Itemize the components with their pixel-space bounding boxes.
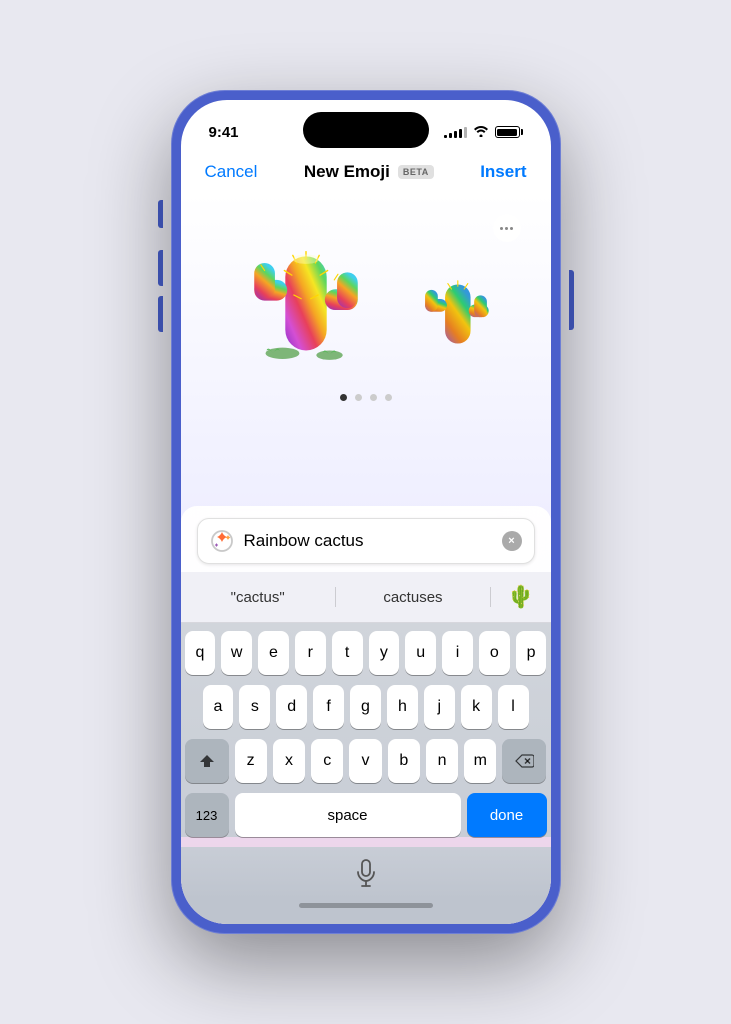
clear-icon: × bbox=[508, 536, 514, 547]
key-j[interactable]: j bbox=[424, 685, 455, 729]
shift-key[interactable] bbox=[185, 739, 229, 783]
key-v[interactable]: v bbox=[349, 739, 381, 783]
suggestion-cactus-emoji[interactable]: 🌵 bbox=[491, 580, 550, 614]
genmoji-icon bbox=[210, 529, 234, 553]
page-dot-4[interactable] bbox=[385, 394, 392, 401]
status-icons bbox=[444, 125, 523, 140]
bottom-toolbar bbox=[181, 847, 551, 899]
cancel-button[interactable]: Cancel bbox=[205, 162, 258, 182]
key-e[interactable]: e bbox=[258, 631, 289, 675]
emoji-display-area: Rainbow cactus × "cactus" cactuses 🌵 bbox=[181, 194, 551, 924]
key-k[interactable]: k bbox=[461, 685, 492, 729]
insert-button[interactable]: Insert bbox=[480, 162, 526, 182]
home-indicator bbox=[299, 903, 433, 908]
key-p[interactable]: p bbox=[516, 631, 547, 675]
key-t[interactable]: t bbox=[332, 631, 363, 675]
key-r[interactable]: r bbox=[295, 631, 326, 675]
search-input[interactable]: Rainbow cactus bbox=[244, 531, 492, 551]
page-dot-1[interactable] bbox=[340, 394, 347, 401]
page-title: New Emoji bbox=[304, 162, 390, 182]
beta-badge: BETA bbox=[398, 165, 434, 179]
backspace-key[interactable] bbox=[502, 739, 546, 783]
key-a[interactable]: a bbox=[203, 685, 234, 729]
more-options-button[interactable] bbox=[493, 214, 521, 242]
signal-icon bbox=[444, 126, 467, 138]
phone-frame: 9:41 bbox=[171, 90, 561, 934]
status-time: 9:41 bbox=[209, 124, 239, 141]
key-n[interactable]: n bbox=[426, 739, 458, 783]
phone-screen: 9:41 bbox=[181, 100, 551, 924]
battery-icon bbox=[495, 126, 523, 138]
search-section: Rainbow cactus × bbox=[181, 506, 551, 572]
nav-title-wrapper: New Emoji BETA bbox=[304, 162, 434, 182]
emoji-variant[interactable] bbox=[406, 259, 506, 359]
bottom-area: Rainbow cactus × "cactus" cactuses 🌵 bbox=[181, 506, 551, 924]
done-key[interactable]: done bbox=[467, 793, 547, 837]
silent-button[interactable] bbox=[158, 200, 163, 228]
wifi-icon bbox=[473, 125, 489, 140]
suggestion-cactus-quoted[interactable]: "cactus" bbox=[181, 583, 335, 612]
volume-down-button[interactable] bbox=[158, 296, 163, 332]
key-m[interactable]: m bbox=[464, 739, 496, 783]
key-s[interactable]: s bbox=[239, 685, 270, 729]
home-indicator-area bbox=[181, 899, 551, 924]
key-x[interactable]: x bbox=[273, 739, 305, 783]
key-h[interactable]: h bbox=[387, 685, 418, 729]
key-u[interactable]: u bbox=[405, 631, 436, 675]
key-o[interactable]: o bbox=[479, 631, 510, 675]
key-c[interactable]: c bbox=[311, 739, 343, 783]
key-row-1: q w e r t y u i o p bbox=[185, 631, 547, 675]
key-row-2: a s d f g h j k l bbox=[185, 685, 547, 729]
search-bar[interactable]: Rainbow cactus × bbox=[197, 518, 535, 564]
power-button[interactable] bbox=[569, 270, 574, 330]
key-i[interactable]: i bbox=[442, 631, 473, 675]
key-z[interactable]: z bbox=[235, 739, 267, 783]
dynamic-island bbox=[303, 112, 429, 148]
suggestions-bar: "cactus" cactuses 🌵 bbox=[181, 572, 551, 623]
numbers-key[interactable]: 123 bbox=[185, 793, 229, 837]
key-row-3: z x c v b n m bbox=[185, 739, 547, 783]
key-d[interactable]: d bbox=[276, 685, 307, 729]
page-dot-2[interactable] bbox=[355, 394, 362, 401]
emoji-main[interactable] bbox=[226, 214, 386, 374]
page-dot-3[interactable] bbox=[370, 394, 377, 401]
key-f[interactable]: f bbox=[313, 685, 344, 729]
key-w[interactable]: w bbox=[221, 631, 252, 675]
space-key[interactable]: space bbox=[235, 793, 461, 837]
key-b[interactable]: b bbox=[388, 739, 420, 783]
key-row-bottom: 123 space done bbox=[185, 793, 547, 837]
key-y[interactable]: y bbox=[369, 631, 400, 675]
navigation-bar: Cancel New Emoji BETA Insert bbox=[181, 150, 551, 194]
clear-search-button[interactable]: × bbox=[502, 531, 522, 551]
microphone-button[interactable] bbox=[348, 855, 384, 891]
suggestion-cactuses[interactable]: cactuses bbox=[336, 583, 490, 612]
keyboard: q w e r t y u i o p a s bbox=[181, 623, 551, 837]
more-dots-icon bbox=[500, 227, 513, 230]
page-indicator bbox=[340, 394, 392, 401]
key-l[interactable]: l bbox=[498, 685, 529, 729]
key-g[interactable]: g bbox=[350, 685, 381, 729]
volume-up-button[interactable] bbox=[158, 250, 163, 286]
key-q[interactable]: q bbox=[185, 631, 216, 675]
